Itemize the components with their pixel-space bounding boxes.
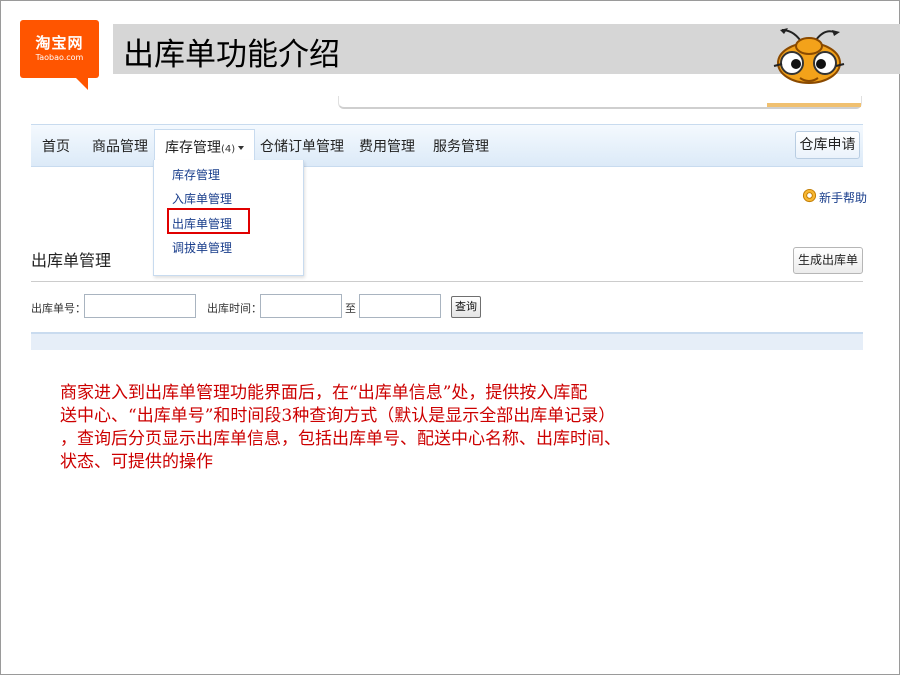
- nav-item-inventory-label: 库存管理: [165, 140, 221, 156]
- nav-item-fees[interactable]: 费用管理: [359, 136, 415, 156]
- nav-item-products[interactable]: 商品管理: [92, 136, 148, 156]
- dropdown-item-outbound[interactable]: 出库单管理: [172, 215, 232, 232]
- section-title: 出库单管理: [31, 251, 112, 270]
- nav-item-home[interactable]: 首页: [42, 136, 70, 156]
- nav-item-inventory-badge: (4): [221, 144, 236, 155]
- query-button[interactable]: 查询: [451, 296, 481, 318]
- chevron-down-icon: [238, 146, 245, 150]
- order-no-label: 出库单号：: [31, 302, 86, 315]
- outbound-time-label: 出库时间：: [207, 302, 262, 315]
- dropdown-item-inbound[interactable]: 入库单管理: [172, 190, 232, 207]
- dropdown-item-transfer[interactable]: 调拔单管理: [172, 239, 232, 256]
- create-outbound-button[interactable]: 生成出库单: [793, 247, 863, 274]
- logo-text-cn: 淘宝网: [35, 34, 84, 52]
- description-line: ，查询后分页显示出库单信息，包括出库单号、配送中心名称、出库时间、: [60, 429, 621, 449]
- nav-item-services[interactable]: 服务管理: [433, 136, 489, 156]
- description-line: 状态、可提供的操作: [60, 452, 213, 472]
- inventory-dropdown-menu: 库存管理 入库单管理 出库单管理 调拔单管理: [153, 160, 304, 276]
- help-lifebuoy-icon: [802, 188, 817, 203]
- help-link[interactable]: 新手帮助: [819, 189, 867, 206]
- dropdown-item-inventory[interactable]: 库存管理: [172, 166, 220, 183]
- section-divider: [31, 281, 863, 282]
- taobao-logo: 淘宝网 Taobao.com: [20, 20, 99, 92]
- logo-tail: [74, 76, 88, 90]
- time-to-input[interactable]: [359, 294, 441, 318]
- order-no-input[interactable]: [84, 294, 196, 318]
- logo-text-en: Taobao.com: [35, 53, 84, 62]
- page-title: 出库单功能介绍: [123, 37, 340, 73]
- warehouse-apply-button[interactable]: 仓库申请: [795, 131, 860, 159]
- time-from-input[interactable]: [260, 294, 342, 318]
- ant-mascot-icon: [773, 28, 845, 84]
- top-strip-accent: [767, 103, 861, 107]
- nav-item-warehouse-orders[interactable]: 仓储订单管理: [260, 136, 344, 156]
- results-header-bar: [31, 332, 863, 350]
- description-line: 送中心、“出库单号”和时间段3种查询方式（默认是显示全部出库单记录）: [60, 406, 616, 426]
- description-line: 商家进入到出库单管理功能界面后，在“出库单信息”处，提供按入库配: [60, 383, 588, 403]
- description-text: 商家进入到出库单管理功能界面后，在“出库单信息”处，提供按入库配 送中心、“出库…: [60, 382, 820, 474]
- to-label: 至: [345, 302, 356, 315]
